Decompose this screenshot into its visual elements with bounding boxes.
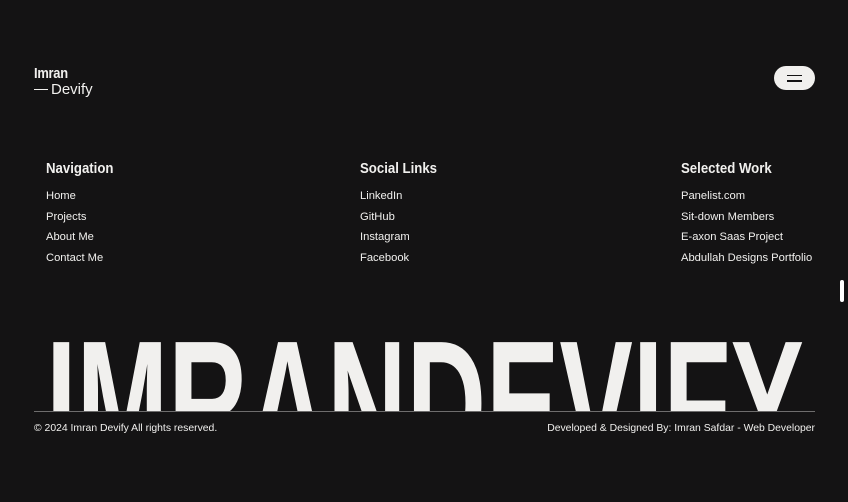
nav-item-contact[interactable]: Contact Me bbox=[46, 251, 123, 272]
social-link-linkedin[interactable]: LinkedIn bbox=[360, 189, 448, 210]
selected-work-column: Selected Work Panelist.com Sit-down Memb… bbox=[681, 160, 812, 271]
social-links-column: Social Links LinkedIn GitHub Instagram F… bbox=[360, 160, 448, 271]
hamburger-icon bbox=[787, 74, 802, 76]
logo-bottom-text: Devify bbox=[51, 81, 93, 98]
credit-text: Developed & Designed By: Imran Safdar - … bbox=[547, 423, 815, 434]
logo[interactable]: Imran Devify bbox=[34, 66, 93, 97]
navigation-heading: Navigation bbox=[46, 160, 114, 177]
big-wordmark: IMRANDEVIFY bbox=[0, 296, 848, 412]
logo-bottom: Devify bbox=[34, 82, 93, 97]
big-wordmark-text: IMRANDEVIFY bbox=[46, 304, 804, 412]
work-item-e-axon[interactable]: E-axon Saas Project bbox=[681, 230, 812, 251]
nav-item-home[interactable]: Home bbox=[46, 189, 123, 210]
logo-top-text: Imran bbox=[34, 65, 68, 82]
social-link-instagram[interactable]: Instagram bbox=[360, 230, 448, 251]
copyright-text: © 2024 Imran Devify All rights reserved. bbox=[34, 423, 218, 434]
menu-button[interactable] bbox=[774, 66, 815, 90]
hamburger-icon-line bbox=[787, 80, 802, 82]
scrollbar-thumb[interactable] bbox=[840, 280, 844, 302]
nav-item-about[interactable]: About Me bbox=[46, 230, 123, 251]
work-item-sit-down[interactable]: Sit-down Members bbox=[681, 210, 812, 231]
nav-item-projects[interactable]: Projects bbox=[46, 210, 123, 231]
selected-work-heading: Selected Work bbox=[681, 160, 772, 177]
footer-divider bbox=[34, 411, 815, 412]
logo-dash bbox=[34, 88, 48, 91]
social-link-facebook[interactable]: Facebook bbox=[360, 251, 448, 272]
work-item-abdullah[interactable]: Abdullah Designs Portfolio bbox=[681, 251, 812, 272]
navigation-column: Navigation Home Projects About Me Contac… bbox=[46, 160, 123, 271]
work-item-panelist[interactable]: Panelist.com bbox=[681, 189, 812, 210]
social-links-heading: Social Links bbox=[360, 160, 438, 177]
social-link-github[interactable]: GitHub bbox=[360, 210, 448, 231]
